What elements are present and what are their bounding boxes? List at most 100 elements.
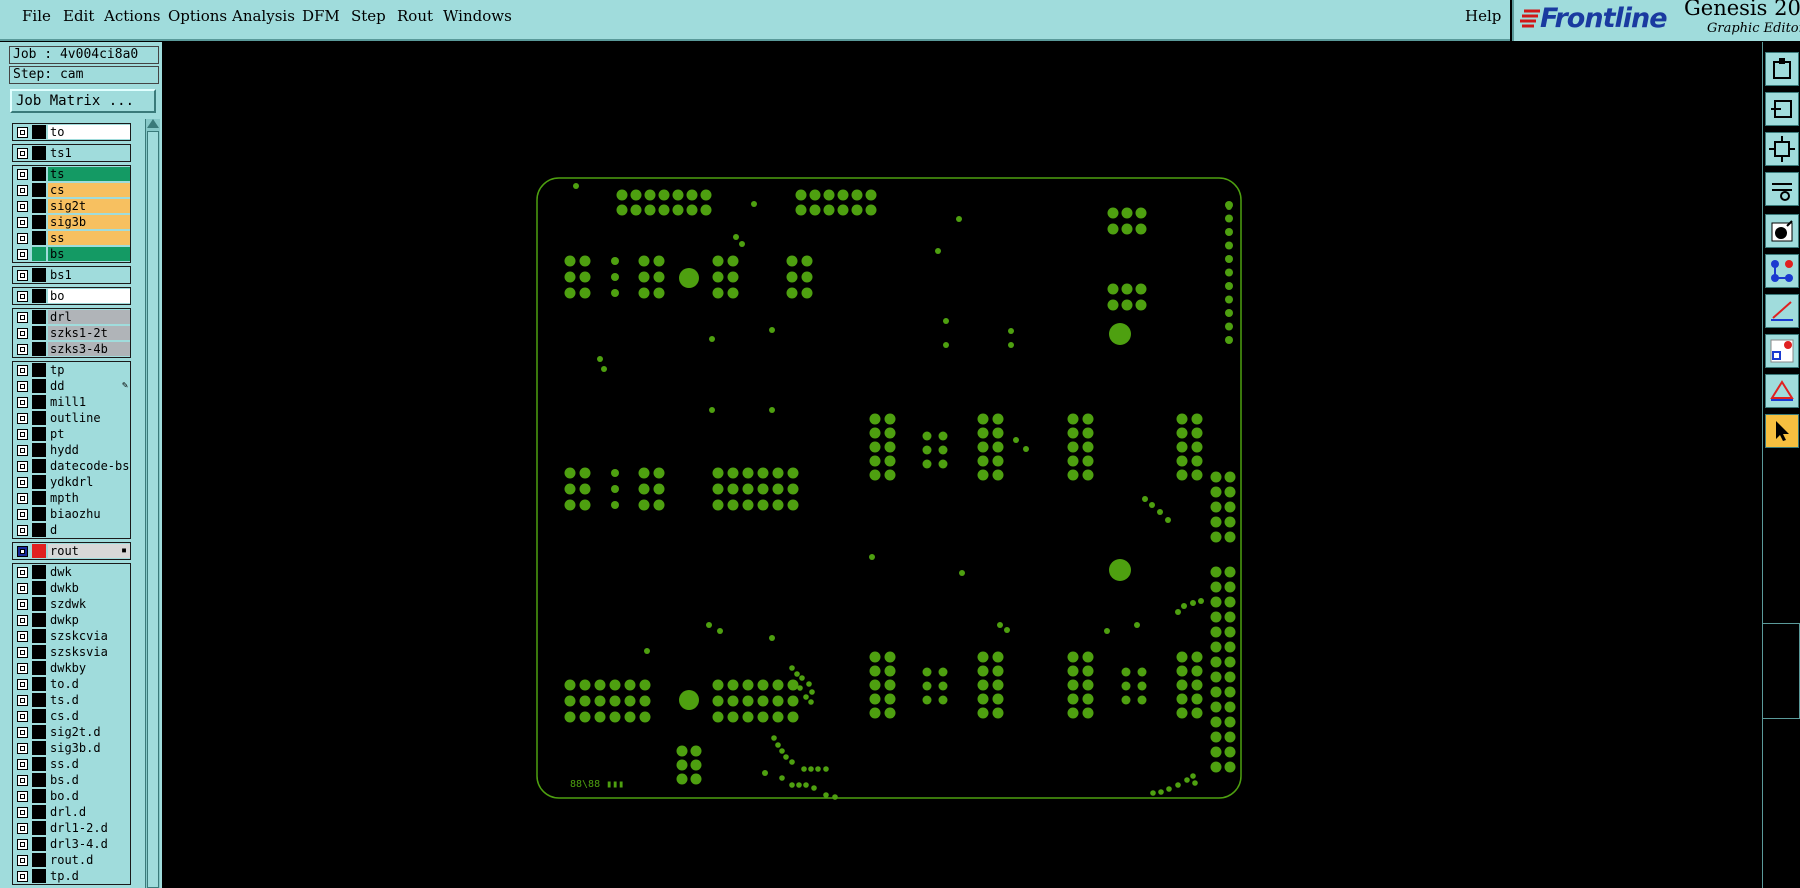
layer-color-swatch[interactable] [32, 629, 46, 643]
menu-options[interactable]: Options [168, 7, 227, 25]
layer-checkbox[interactable] [17, 185, 28, 196]
layer-name[interactable]: ts.d [48, 693, 130, 707]
layer-checkbox[interactable] [17, 711, 28, 722]
layer-color-swatch[interactable] [32, 805, 46, 819]
layer-checkbox[interactable] [17, 509, 28, 520]
layer-checkbox[interactable] [17, 791, 28, 802]
layer-row-pt[interactable]: pt [13, 426, 132, 442]
layer-checkbox[interactable] [17, 233, 28, 244]
layer-checkbox[interactable] [17, 397, 28, 408]
layer-row-szks1-2t[interactable]: szks1-2t [13, 325, 132, 341]
layer-color-swatch[interactable] [32, 231, 46, 245]
layer-color-swatch[interactable] [32, 459, 46, 473]
layer-name[interactable]: bs1 [48, 268, 130, 282]
layer-checkbox[interactable] [17, 381, 28, 392]
layer-row-ss[interactable]: ss [13, 230, 132, 246]
layer-color-swatch[interactable] [32, 581, 46, 595]
layer-color-swatch[interactable] [32, 661, 46, 675]
pcb-tools-button[interactable] [1765, 172, 1799, 206]
layer-name[interactable]: bo.d [48, 789, 130, 803]
layer-checkbox[interactable] [17, 679, 28, 690]
layer-name[interactable]: ss [48, 231, 130, 245]
layer-checkbox[interactable] [17, 855, 28, 866]
layer-checkbox[interactable] [17, 695, 28, 706]
layer-checkbox[interactable] [17, 365, 28, 376]
menu-dfm[interactable]: DFM [302, 7, 340, 25]
layer-name[interactable]: cs [48, 183, 130, 197]
layer-color-swatch[interactable] [32, 183, 46, 197]
layer-row-ts[interactable]: ts [13, 166, 132, 182]
scroll-thumb[interactable] [147, 131, 159, 888]
layer-color-swatch[interactable] [32, 869, 46, 883]
layer-name[interactable]: tp [48, 363, 130, 377]
layer-name[interactable]: szdwk [48, 597, 130, 611]
layer-row-ts-d[interactable]: ts.d [13, 692, 132, 708]
layer-row-hydd[interactable]: hydd [13, 442, 132, 458]
layer-row-tp-d[interactable]: tp.d [13, 868, 132, 884]
layer-name[interactable]: szks3-4b [48, 342, 130, 356]
layer-color-swatch[interactable] [32, 821, 46, 835]
layer-checkbox[interactable] [17, 599, 28, 610]
layer-checkbox[interactable] [17, 413, 28, 424]
layer-name[interactable]: rout ▪ [48, 544, 130, 558]
layer-color-swatch[interactable] [32, 427, 46, 441]
layer-color-swatch[interactable] [32, 310, 46, 324]
menu-step[interactable]: Step [351, 7, 386, 25]
layer-color-swatch[interactable] [32, 125, 46, 139]
layer-color-swatch[interactable] [32, 789, 46, 803]
layer-row-ts1[interactable]: ts1 [13, 145, 132, 161]
layer-name[interactable]: drl.d [48, 805, 130, 819]
layer-checkbox[interactable] [17, 217, 28, 228]
layer-row-sig3b-d[interactable]: sig3b.d [13, 740, 132, 756]
layer-checkbox[interactable] [17, 759, 28, 770]
layer-row-to-d[interactable]: to.d [13, 676, 132, 692]
layer-name[interactable]: tp.d [48, 869, 130, 883]
layer-name[interactable]: d [48, 523, 130, 537]
layer-checkbox[interactable] [17, 631, 28, 642]
layer-row-bs1[interactable]: bs1 [13, 267, 132, 283]
menu-help[interactable]: Help [1465, 7, 1501, 25]
fit-zoom-button[interactable] [1765, 132, 1799, 166]
layer-color-swatch[interactable] [32, 613, 46, 627]
layer-checkbox[interactable] [17, 823, 28, 834]
layer-color-swatch[interactable] [32, 507, 46, 521]
layer-color-swatch[interactable] [32, 725, 46, 739]
layer-checkbox[interactable] [17, 839, 28, 850]
layer-name[interactable]: dwkby [48, 661, 130, 675]
layer-checkbox[interactable] [17, 249, 28, 260]
layer-checkbox[interactable] [17, 615, 28, 626]
layer-color-swatch[interactable] [32, 411, 46, 425]
layer-name[interactable]: drl [48, 310, 130, 324]
layer-row-bo-d[interactable]: bo.d [13, 788, 132, 804]
layer-row-bs-d[interactable]: bs.d [13, 772, 132, 788]
layer-checkbox[interactable] [17, 871, 28, 882]
layer-name[interactable]: rout.d [48, 853, 130, 867]
pcb-board-view[interactable]: 88\88 ▮▮▮ [162, 42, 1762, 888]
layer-row-szsksvia[interactable]: szsksvia [13, 644, 132, 660]
job-matrix-button[interactable]: Job Matrix ... [10, 89, 156, 113]
drc-button[interactable] [1765, 374, 1799, 408]
layer-row-dwkby[interactable]: dwkby [13, 660, 132, 676]
layer-color-swatch[interactable] [32, 565, 46, 579]
layer-checkbox[interactable] [17, 344, 28, 355]
layer-color-swatch[interactable] [32, 395, 46, 409]
layer-name[interactable]: bs.d [48, 773, 130, 787]
camera-button[interactable] [1765, 214, 1799, 248]
layer-color-swatch[interactable] [32, 645, 46, 659]
layer-row-sig2t[interactable]: sig2t [13, 198, 132, 214]
layer-checkbox[interactable] [17, 312, 28, 323]
layer-checkbox[interactable] [17, 743, 28, 754]
layer-color-swatch[interactable] [32, 709, 46, 723]
layer-name[interactable]: szskcvia [48, 629, 130, 643]
layer-row-drl1-2-d[interactable]: drl1-2.d [13, 820, 132, 836]
layer-name[interactable]: dwk [48, 565, 130, 579]
layer-row-szskcvia[interactable]: szskcvia [13, 628, 132, 644]
layer-checkbox[interactable] [17, 201, 28, 212]
layer-color-swatch[interactable] [32, 544, 46, 558]
layer-color-swatch[interactable] [32, 677, 46, 691]
layer-row-drl-d[interactable]: drl.d [13, 804, 132, 820]
menu-analysis[interactable]: Analysis [232, 7, 295, 25]
layer-color-swatch[interactable] [32, 363, 46, 377]
scroll-up-arrow-icon[interactable] [147, 119, 159, 128]
layer-row-drl3-4-d[interactable]: drl3-4.d [13, 836, 132, 852]
